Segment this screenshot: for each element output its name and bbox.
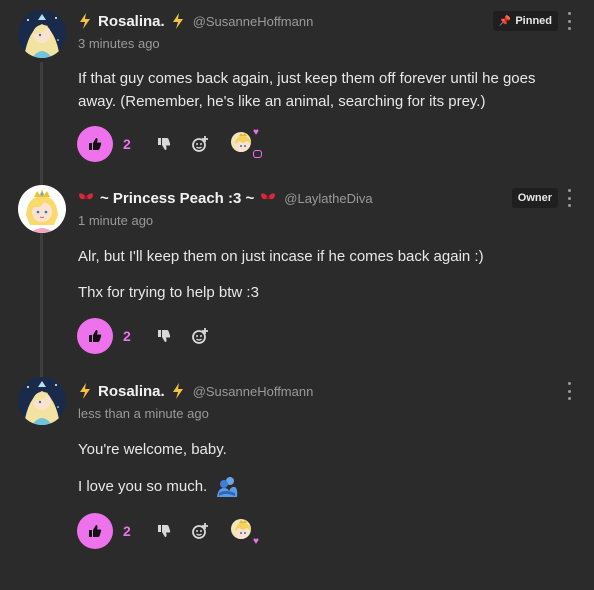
hug-emoji-icon	[217, 477, 238, 498]
add-emoji-icon	[192, 328, 208, 344]
comment: Rosalina. @SusanneHoffmann less than a m…	[0, 370, 594, 570]
like-count: 2	[123, 523, 131, 539]
ribbon-icon	[79, 193, 93, 200]
like-button[interactable]	[77, 513, 113, 549]
lightning-icon	[172, 13, 183, 29]
comment-paragraph: If that guy comes back again, just keep …	[78, 70, 536, 110]
handle[interactable]: @SusanneHoffmann	[193, 14, 314, 29]
lightning-icon	[80, 383, 90, 399]
display-name[interactable]: Rosalina.	[98, 383, 165, 400]
thumbs-down-icon	[158, 525, 171, 537]
add-reaction-button[interactable]	[189, 325, 211, 347]
like-button[interactable]	[77, 318, 113, 354]
reactor-avatar	[229, 130, 253, 154]
timestamp[interactable]: 1 minute ago	[78, 213, 153, 228]
timestamp[interactable]: 3 minutes ago	[78, 36, 160, 51]
badge-label: Pinned	[515, 15, 552, 27]
display-name[interactable]: ~ Princess Peach :3 ~	[100, 190, 254, 207]
comment-header: ~ Princess Peach :3 ~ @LaylatheDiva	[78, 187, 373, 209]
comment-text: Alr, but I'll keep them on just incase i…	[78, 245, 548, 304]
pin-icon: 📌	[498, 15, 512, 27]
status-badge: Owner	[511, 188, 558, 208]
add-reaction-button[interactable]	[189, 520, 211, 542]
ribbon-icon	[261, 193, 276, 200]
thumbs-down-icon	[158, 330, 171, 342]
comment-header: Rosalina. @SusanneHoffmann	[78, 10, 313, 32]
lightning-icon	[80, 13, 90, 29]
badge-label: Owner	[517, 192, 552, 204]
reply-icon	[253, 150, 262, 158]
display-name[interactable]: Rosalina.	[98, 13, 165, 30]
comment-paragraph: You're welcome, baby.	[78, 441, 227, 458]
comment-paragraph: I love you so much.	[78, 478, 208, 495]
heart-icon: ♥	[253, 536, 259, 547]
avatar[interactable]	[18, 185, 66, 233]
add-reaction-button[interactable]	[189, 133, 211, 155]
add-emoji-icon	[192, 136, 208, 152]
handle[interactable]: @LaylatheDiva	[284, 191, 372, 206]
handle[interactable]: @SusanneHoffmann	[193, 384, 314, 399]
thumbs-up-icon	[89, 525, 102, 537]
timestamp[interactable]: less than a minute ago	[78, 406, 209, 421]
more-options-icon[interactable]	[566, 12, 572, 30]
like-count: 2	[123, 136, 131, 152]
thumbs-up-icon	[89, 138, 102, 150]
comment-header: Rosalina. @SusanneHoffmann	[78, 380, 313, 402]
thumbs-up-icon	[89, 330, 102, 342]
avatar[interactable]	[18, 10, 66, 58]
action-bar: 2 ♥	[77, 513, 261, 549]
comment-text: If that guy comes back again, just keep …	[78, 67, 548, 113]
comment-text: You're welcome, baby. I love you so much…	[78, 438, 548, 499]
thumbs-down-icon	[158, 138, 171, 150]
reactor-avatar	[229, 517, 253, 541]
creator-reaction[interactable]: ♥	[225, 126, 262, 162]
creator-reaction[interactable]: ♥	[225, 513, 261, 549]
heart-icon: ♥	[253, 127, 259, 138]
dislike-button[interactable]	[153, 325, 175, 347]
comment-paragraph-row: I love you so much.	[78, 475, 548, 499]
lightning-icon	[172, 383, 183, 399]
comment: ~ Princess Peach :3 ~ @LaylatheDiva 1 mi…	[0, 177, 594, 367]
add-emoji-icon	[192, 523, 208, 539]
avatar[interactable]	[18, 377, 66, 425]
comment-paragraph: Thx for trying to help btw :3	[78, 284, 259, 301]
status-badge: 📌 Pinned	[492, 11, 558, 31]
more-options-icon[interactable]	[566, 189, 572, 207]
comment: Rosalina. @SusanneHoffmann 3 minutes ago…	[0, 0, 594, 170]
action-bar: 2	[77, 318, 211, 354]
action-bar: 2 ♥	[77, 126, 262, 162]
dislike-button[interactable]	[153, 133, 175, 155]
comment-paragraph: Alr, but I'll keep them on just incase i…	[78, 248, 484, 265]
dislike-button[interactable]	[153, 520, 175, 542]
like-count: 2	[123, 328, 131, 344]
like-button[interactable]	[77, 126, 113, 162]
more-options-icon[interactable]	[566, 382, 572, 400]
